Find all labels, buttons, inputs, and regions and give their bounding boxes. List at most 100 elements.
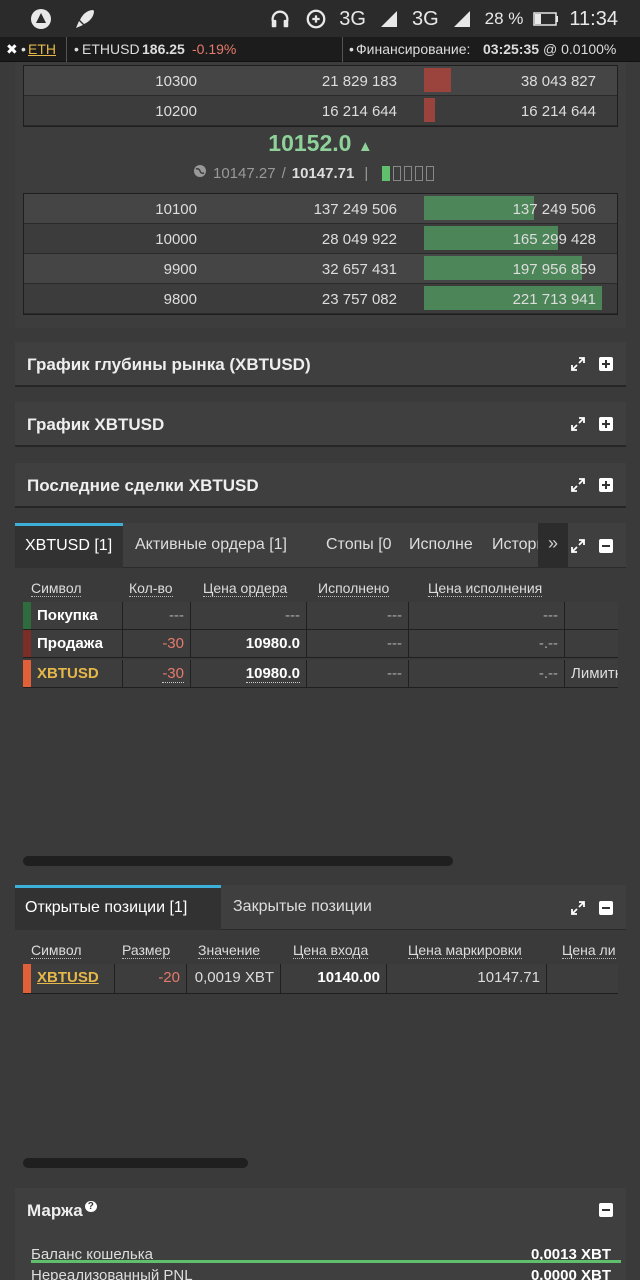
index-mark-prices: 10147.27 / 10147.71 | — [193, 164, 435, 182]
orderbook-panel: 10300 21 829 183 38 043 827 10200 16 214… — [15, 62, 626, 328]
ask-price: 10300 — [155, 73, 197, 90]
bullet-icon: • — [349, 41, 354, 57]
orderbook-bids: 10100 137 249 506 137 249 506 10000 28 0… — [23, 193, 618, 315]
depth-indicator[interactable] — [382, 165, 435, 181]
bid-total: 165 299 428 — [512, 231, 596, 248]
cell-symbol[interactable]: XBTUSD — [31, 964, 115, 993]
bid-size: 32 657 431 — [321, 261, 397, 278]
cell-symbol: Покупка — [31, 602, 123, 629]
plus-icon[interactable] — [598, 477, 614, 493]
col-entry-price[interactable]: Цена входа — [293, 942, 369, 959]
expand-icon[interactable] — [570, 477, 586, 493]
cell-qty: -30 — [123, 630, 191, 657]
cell-type — [565, 630, 618, 657]
collapse-icon[interactable] — [598, 538, 614, 554]
panel-title: Маржа? — [27, 1201, 97, 1221]
bid-price: 10100 — [155, 201, 197, 218]
cell-fill-price: -.-- — [409, 630, 565, 657]
table-row[interactable]: XBTUSD -30 10980.0 --- -.-- Лимитн — [23, 660, 618, 688]
tab-closed-positions[interactable]: Закрытые позиции — [223, 885, 382, 930]
rocket-icon — [72, 6, 98, 32]
ticker-symbol-eth[interactable]: ETH — [28, 41, 56, 57]
price-separator: / — [281, 164, 286, 182]
positions-header: Символ Размер Значение Цена входа Цена м… — [15, 930, 626, 964]
col-liq-price[interactable]: Цена ли — [562, 942, 616, 959]
bid-row[interactable]: 9800 23 757 082 221 713 941 — [24, 284, 617, 314]
ask-row[interactable]: 10300 21 829 183 38 043 827 — [24, 66, 617, 96]
cell-filled: --- — [307, 660, 409, 687]
ticker-bar: ✖ • ETH • ETHUSD 186.25 -0.19% • Финанси… — [0, 37, 640, 62]
positions-panel: Открытые позиции [1] Закрытые позиции Си… — [15, 885, 626, 1175]
panel-title: Последние сделки XBTUSD — [27, 476, 259, 495]
price-chart-panel[interactable]: График XBTUSD — [15, 402, 626, 447]
ask-price: 10200 — [155, 103, 197, 120]
bid-row[interactable]: 10100 137 249 506 137 249 506 — [24, 194, 617, 224]
col-value[interactable]: Значение — [198, 942, 261, 959]
expand-icon[interactable] — [570, 416, 586, 432]
expand-icon[interactable] — [570, 356, 586, 372]
col-symbol[interactable]: Символ — [31, 942, 82, 959]
funding-label: Финансирование: — [356, 41, 471, 57]
tab-filled[interactable]: Исполне — [399, 523, 483, 568]
collapse-icon[interactable] — [598, 900, 614, 916]
cell-price: --- — [191, 602, 307, 629]
expand-icon[interactable] — [570, 900, 586, 916]
cell-type — [565, 602, 618, 629]
cell-qty[interactable]: -30 — [123, 660, 191, 687]
tab-stops[interactable]: Стопы [0 — [316, 523, 402, 568]
col-order-price[interactable]: Цена ордера — [203, 580, 288, 597]
recent-trades-panel[interactable]: Последние сделки XBTUSD — [15, 463, 626, 508]
col-qty[interactable]: Кол-во — [129, 580, 173, 597]
tab-xbtusd[interactable]: XBTUSD [1] — [15, 523, 123, 568]
depth-chart-panel[interactable]: График глубины рынка (XBTUSD) — [15, 342, 626, 387]
cell-liq — [547, 964, 618, 993]
cell-fill-price: -.-- — [409, 660, 565, 687]
orders-header: Символ Кол-во Цена ордера Исполнено Цена… — [15, 568, 626, 602]
horizontal-scrollbar[interactable] — [23, 856, 453, 866]
funding-rate: @ 0.0100% — [543, 41, 617, 57]
col-symbol[interactable]: Символ — [31, 580, 82, 597]
expand-icon[interactable] — [570, 538, 586, 554]
orders-grid: Символ Кол-во Цена ордера Исполнено Цена… — [15, 568, 626, 873]
plus-icon[interactable] — [598, 416, 614, 432]
mark-price: 10147.71 — [291, 164, 355, 182]
col-mark-price[interactable]: Цена маркировки — [408, 942, 522, 959]
horizontal-scrollbar[interactable] — [23, 1158, 248, 1168]
cell-size: -20 — [115, 964, 187, 993]
close-icon[interactable]: ✖ — [6, 41, 18, 58]
cell-symbol[interactable]: XBTUSD — [31, 660, 123, 687]
col-filled[interactable]: Исполнено — [318, 580, 390, 597]
positions-grid: Символ Размер Значение Цена входа Цена м… — [15, 930, 626, 1175]
plus-icon[interactable] — [598, 356, 614, 372]
cell-price[interactable]: 10980.0 — [191, 660, 307, 687]
tabs-more-icon[interactable]: » — [538, 523, 568, 568]
ticker-symbol-ethusd[interactable]: ETHUSD — [82, 41, 140, 57]
ask-row[interactable]: 10200 16 214 644 16 214 644 — [24, 96, 617, 126]
ask-total: 16 214 644 — [520, 103, 596, 120]
cell-filled: --- — [307, 602, 409, 629]
table-row[interactable]: XBTUSD -20 0,0019 XBT 10140.00 10147.71 — [23, 964, 618, 994]
network-type-2: 3G — [411, 7, 439, 30]
bid-row[interactable]: 9900 32 657 431 197 956 859 — [24, 254, 617, 284]
col-fill-price[interactable]: Цена исполнения — [428, 580, 543, 597]
row-side-marker — [23, 660, 31, 687]
orders-tabbar: XBTUSD [1] Активные ордера [1] Стопы [0 … — [15, 523, 626, 568]
ask-size: 21 829 183 — [321, 73, 397, 90]
data-saver-icon — [303, 6, 329, 32]
panel-title: График глубины рынка (XBTUSD) — [27, 355, 311, 374]
bid-size: 23 757 082 — [321, 291, 397, 308]
col-size[interactable]: Размер — [122, 942, 171, 959]
signal-icon — [376, 6, 402, 32]
cell-type: Лимитн — [565, 660, 618, 687]
bid-price: 9800 — [163, 291, 197, 308]
table-row[interactable]: Покупка --- --- --- --- — [23, 602, 618, 630]
up-arrow-icon: ▲ — [357, 138, 373, 155]
bid-row[interactable]: 10000 28 049 922 165 299 428 — [24, 224, 617, 254]
collapse-icon[interactable] — [598, 1202, 614, 1218]
orderbook-asks: 10300 21 829 183 38 043 827 10200 16 214… — [23, 65, 618, 127]
panel-title: График XBTUSD — [27, 415, 165, 434]
table-row[interactable]: Продажа -30 10980.0 --- -.-- — [23, 630, 618, 658]
tab-active-orders[interactable]: Активные ордера [1] — [125, 523, 297, 568]
tab-open-positions[interactable]: Открытые позиции [1] — [15, 885, 221, 930]
help-icon[interactable]: ? — [84, 1201, 97, 1213]
